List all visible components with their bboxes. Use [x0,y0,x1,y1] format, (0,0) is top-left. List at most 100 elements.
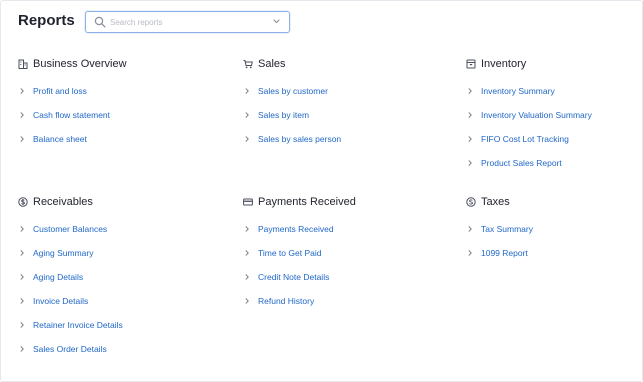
report-link-sales-by-item[interactable]: Sales by item [243,103,393,127]
report-link-label[interactable]: Aging Summary [33,248,93,258]
chevron-right-icon [245,274,249,280]
chevron-right-icon [245,112,249,118]
search-icon [94,16,106,28]
building-icon [18,59,28,69]
report-link-label[interactable]: Cash flow statement [33,110,110,120]
report-link-label[interactable]: Sales by customer [258,86,328,96]
section-title: Taxes [481,196,510,208]
section-title: Payments Received [258,196,356,208]
card-icon [243,198,253,206]
report-link-label[interactable]: Sales Order Details [33,344,107,354]
chevron-right-icon [20,298,24,304]
chevron-right-icon [20,346,24,352]
report-link-label[interactable]: Inventory Valuation Summary [481,110,592,120]
report-link-invoice-details[interactable]: Invoice Details [18,289,168,313]
report-link-sales-order-details[interactable]: Sales Order Details [18,337,168,361]
chevron-down-icon[interactable] [272,17,281,26]
report-link-label[interactable]: Sales by sales person [258,134,341,144]
chevron-right-icon [245,226,249,232]
report-link-label[interactable]: Aging Details [33,272,83,282]
report-link-label[interactable]: Payments Received [258,224,334,234]
report-link-sales-by-customer[interactable]: Sales by customer [243,79,393,103]
dollar-circle-icon [18,197,28,207]
inventory-icon [466,59,476,69]
chevron-right-icon [468,250,472,256]
report-link-label[interactable]: Sales by item [258,110,309,120]
chevron-right-icon [468,112,472,118]
report-link-label[interactable]: Invoice Details [33,296,88,306]
report-link-fifo-cost-lot-tracking[interactable]: FIFO Cost Lot Tracking [466,127,616,151]
report-link-time-to-get-paid[interactable]: Time to Get Paid [243,241,393,265]
report-link-tax-summary[interactable]: Tax Summary [466,217,616,241]
report-list: Customer Balances Aging Summary Aging De… [18,217,168,361]
report-link-label[interactable]: Product Sales Report [481,158,562,168]
report-link-inventory-summary[interactable]: Inventory Summary [466,79,616,103]
report-link-aging-details[interactable]: Aging Details [18,265,168,289]
search-box[interactable] [85,11,290,33]
report-link-credit-note-details[interactable]: Credit Note Details [243,265,393,289]
report-link-label[interactable]: Tax Summary [481,224,533,234]
page-title: Reports [18,12,75,29]
report-link-balance-sheet[interactable]: Balance sheet [18,127,168,151]
section-header: Business Overview [18,57,168,71]
chevron-right-icon [468,136,472,142]
section-sales: Sales Sales by customer Sales by item Sa… [243,57,393,151]
chevron-right-icon [245,136,249,142]
section-inventory: Inventory Inventory Summary Inventory Va… [466,57,616,175]
report-link-label[interactable]: Time to Get Paid [258,248,321,258]
report-link-label[interactable]: Inventory Summary [481,86,555,96]
section-header: Inventory [466,57,616,71]
report-link-payments-received[interactable]: Payments Received [243,217,393,241]
section-payments-received: Payments Received Payments Received Time… [243,195,393,313]
report-list: Inventory Summary Inventory Valuation Su… [466,79,616,175]
chevron-right-icon [20,112,24,118]
chevron-right-icon [20,274,24,280]
report-link-label[interactable]: 1099 Report [481,248,528,258]
section-taxes: Taxes Tax Summary 1099 Report [466,195,616,265]
section-receivables: Receivables Customer Balances Aging Summ… [18,195,168,361]
report-list: Payments Received Time to Get Paid Credi… [243,217,393,313]
section-header: Payments Received [243,195,393,209]
chevron-right-icon [468,226,472,232]
report-link-inventory-valuation-summary[interactable]: Inventory Valuation Summary [466,103,616,127]
report-link-label[interactable]: Customer Balances [33,224,107,234]
report-link-aging-summary[interactable]: Aging Summary [18,241,168,265]
report-list: Sales by customer Sales by item Sales by… [243,79,393,151]
section-header: Sales [243,57,393,71]
report-link-1099-report[interactable]: 1099 Report [466,241,616,265]
section-header: Receivables [18,195,168,209]
section-title: Business Overview [33,58,127,70]
report-list: Tax Summary 1099 Report [466,217,616,265]
chevron-right-icon [20,322,24,328]
chevron-right-icon [468,160,472,166]
report-list: Profit and loss Cash flow statement Bala… [18,79,168,151]
report-link-retainer-invoice-details[interactable]: Retainer Invoice Details [18,313,168,337]
chevron-right-icon [245,88,249,94]
chevron-right-icon [245,298,249,304]
report-link-customer-balances[interactable]: Customer Balances [18,217,168,241]
chevron-right-icon [20,226,24,232]
report-link-cash-flow-statement[interactable]: Cash flow statement [18,103,168,127]
tax-icon [466,197,476,207]
report-link-label[interactable]: FIFO Cost Lot Tracking [481,134,569,144]
report-link-refund-history[interactable]: Refund History [243,289,393,313]
section-title: Receivables [33,196,93,208]
chevron-right-icon [20,136,24,142]
report-link-label[interactable]: Credit Note Details [258,272,329,282]
chevron-right-icon [245,250,249,256]
search-input[interactable] [110,15,260,29]
report-link-label[interactable]: Refund History [258,296,314,306]
report-link-product-sales-report[interactable]: Product Sales Report [466,151,616,175]
chevron-right-icon [20,88,24,94]
report-link-profit-and-loss[interactable]: Profit and loss [18,79,168,103]
report-link-label[interactable]: Retainer Invoice Details [33,320,123,330]
section-header: Taxes [466,195,616,209]
report-link-label[interactable]: Profit and loss [33,86,87,96]
report-link-label[interactable]: Balance sheet [33,134,87,144]
section-title: Sales [258,58,286,70]
page-header: Reports [0,0,643,44]
cart-icon [243,60,253,69]
chevron-right-icon [468,88,472,94]
report-link-sales-by-sales-person[interactable]: Sales by sales person [243,127,393,151]
section-title: Inventory [481,58,527,70]
